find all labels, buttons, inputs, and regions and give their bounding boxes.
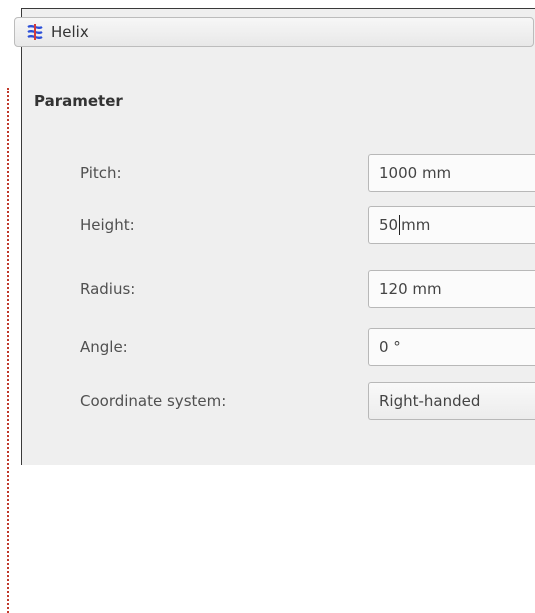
text-caret (399, 215, 401, 235)
selection-dotted-border (7, 88, 9, 613)
angle-input[interactable]: 0 ° (368, 328, 535, 366)
pitch-input[interactable]: 1000 mm (368, 154, 535, 192)
angle-row: Angle: 0 ° (22, 328, 535, 366)
coordinate-system-row: Coordinate system: Right-handed (22, 382, 535, 420)
radius-label: Radius: (80, 280, 136, 298)
height-input[interactable]: 50 mm (368, 206, 535, 244)
radius-row: Radius: 120 mm (22, 270, 535, 308)
height-value-after-caret: mm (401, 216, 431, 234)
height-value-before-caret: 50 (379, 216, 399, 234)
angle-label: Angle: (80, 338, 128, 356)
coordinate-system-label: Coordinate system: (80, 392, 227, 410)
coordinate-system-select[interactable]: Right-handed (368, 382, 535, 420)
pitch-row: Pitch: 1000 mm (22, 154, 535, 192)
pitch-label: Pitch: (80, 164, 122, 182)
parameter-section-title: Parameter (34, 92, 123, 110)
helix-title: Helix (51, 23, 89, 41)
radius-input[interactable]: 120 mm (368, 270, 535, 308)
helix-parameters-panel: Helix Parameter Pitch: 1000 mm Height: 5… (14, 8, 535, 465)
height-row: Height: 50 mm (22, 206, 535, 244)
helix-header-bar[interactable]: Helix (14, 17, 534, 47)
helix-icon (25, 23, 45, 41)
height-label: Height: (80, 216, 135, 234)
